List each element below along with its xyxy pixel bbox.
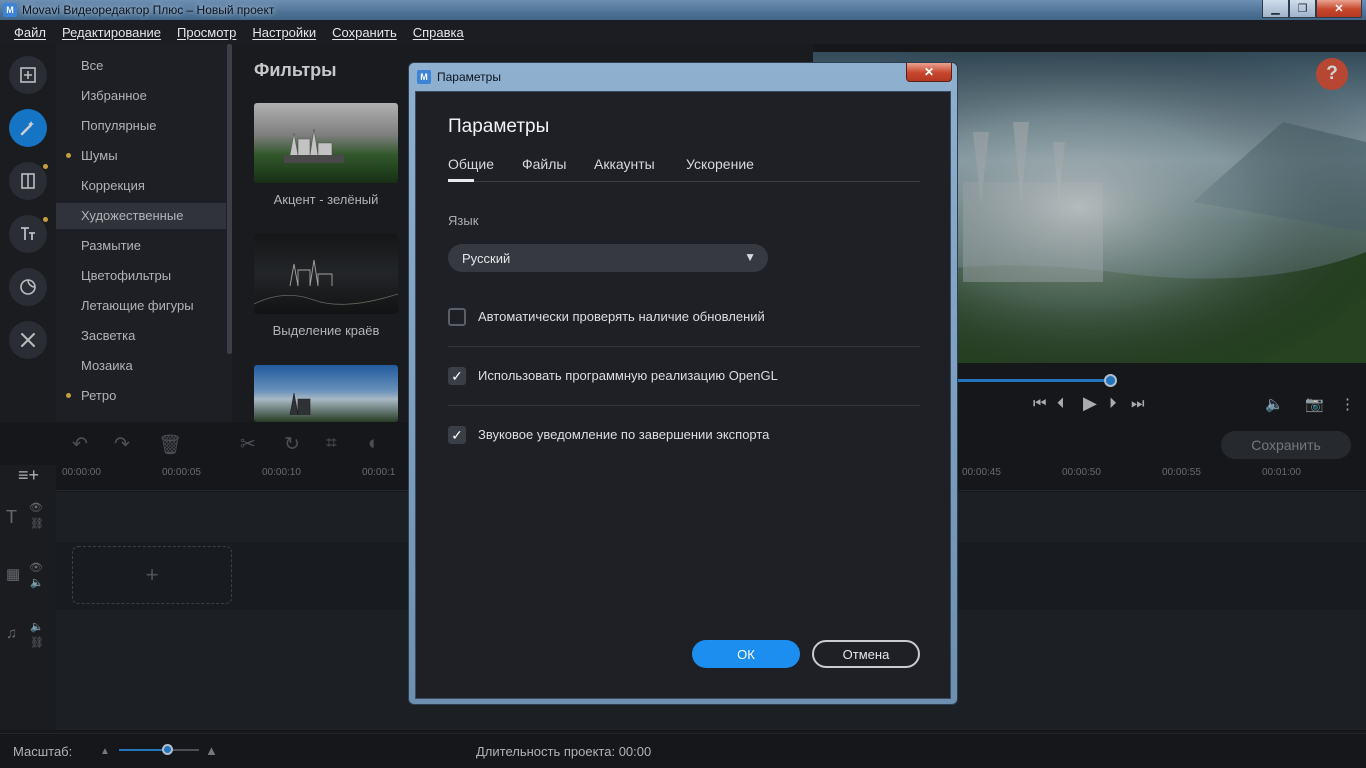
- tab-acceleration[interactable]: Ускорение: [686, 156, 754, 172]
- language-select[interactable]: Русский ▼: [448, 244, 768, 272]
- menu-view[interactable]: Просмотр: [169, 25, 244, 40]
- close-button[interactable]: ✕: [1316, 0, 1362, 18]
- auto-update-label: Автоматически проверять наличие обновлен…: [478, 309, 765, 324]
- tab-files[interactable]: Файлы: [522, 156, 566, 172]
- movavi-logo-icon: M: [417, 70, 431, 84]
- language-select-value: Русский: [462, 250, 511, 266]
- dialog-close-button[interactable]: ✕: [906, 63, 952, 82]
- divider: [448, 405, 920, 406]
- option-export-sound[interactable]: ✓ Звуковое уведомление по завершении экс…: [448, 424, 920, 446]
- settings-tabs: Общие Файлы Аккаунты Ускорение: [448, 154, 920, 182]
- menu-bar: Файл Редактирование Просмотр Настройки С…: [0, 20, 1366, 44]
- movavi-logo-icon: M: [3, 3, 17, 17]
- software-opengl-label: Использовать программную реализацию Open…: [478, 368, 778, 383]
- language-label: Язык: [448, 213, 479, 228]
- tab-general[interactable]: Общие: [448, 156, 494, 172]
- minimize-button[interactable]: ▁: [1262, 0, 1289, 18]
- app-window: M Movavi Видеоредактор Плюс – Новый прое…: [0, 0, 1366, 768]
- title-bar: M Movavi Видеоредактор Плюс – Новый прое…: [0, 0, 1366, 20]
- chevron-down-icon: ▼: [744, 250, 756, 264]
- cancel-button[interactable]: Отмена: [812, 640, 920, 668]
- ok-button[interactable]: ОК: [692, 640, 800, 668]
- dialog-window-title: Параметры: [437, 70, 501, 84]
- maximize-button[interactable]: ❐: [1289, 0, 1316, 18]
- tab-accounts[interactable]: Аккаунты: [594, 156, 655, 172]
- export-sound-label: Звуковое уведомление по завершении экспо…: [478, 427, 770, 442]
- window-controls: ▁ ❐ ✕: [1262, 0, 1362, 18]
- menu-save[interactable]: Сохранить: [324, 25, 405, 40]
- dialog-body: Параметры Общие Файлы Аккаунты Ускорение…: [415, 91, 951, 699]
- menu-help[interactable]: Справка: [405, 25, 472, 40]
- menu-file[interactable]: Файл: [6, 25, 54, 40]
- menu-settings[interactable]: Настройки: [244, 25, 324, 40]
- option-auto-update[interactable]: Автоматически проверять наличие обновлен…: [448, 306, 920, 328]
- window-title: Movavi Видеоредактор Плюс – Новый проект: [22, 3, 275, 17]
- option-software-opengl[interactable]: ✓ Использовать программную реализацию Op…: [448, 365, 920, 387]
- software-opengl-checkbox[interactable]: ✓: [448, 367, 466, 385]
- divider: [448, 346, 920, 347]
- dialog-heading: Параметры: [448, 116, 550, 137]
- export-sound-checkbox[interactable]: ✓: [448, 426, 466, 444]
- menu-edit[interactable]: Редактирование: [54, 25, 169, 40]
- settings-dialog: M Параметры ✕ Параметры Общие Файлы Акка…: [408, 62, 958, 705]
- auto-update-checkbox[interactable]: [448, 308, 466, 326]
- active-tab-indicator: [448, 179, 474, 182]
